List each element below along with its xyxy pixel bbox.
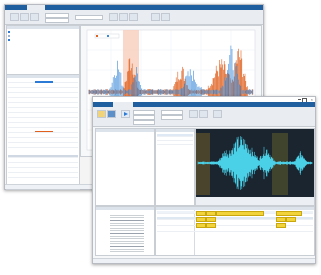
table-row[interactable] xyxy=(8,160,78,163)
back-toolbar-button-3[interactable] xyxy=(30,13,39,21)
signal-checkbox-3[interactable] xyxy=(8,39,10,41)
label-bar-11[interactable] xyxy=(276,223,286,228)
stop-icon[interactable] xyxy=(199,110,208,118)
table-row[interactable] xyxy=(8,110,78,113)
label-table-panel xyxy=(155,206,315,256)
back-toolbar-button-4[interactable] xyxy=(109,13,118,21)
front-tab-2[interactable] xyxy=(113,102,133,107)
table-row[interactable] xyxy=(8,135,78,138)
signal-labeler-window: × xyxy=(92,96,316,264)
table-row[interactable] xyxy=(8,145,78,148)
label-param-field-5[interactable] xyxy=(161,115,183,120)
label-bar-8[interactable] xyxy=(286,217,296,222)
label-bar-9[interactable] xyxy=(196,223,206,228)
back-tab-1[interactable] xyxy=(9,5,27,10)
minimize-icon[interactable] xyxy=(298,98,301,100)
labeled-waveform-chart xyxy=(196,129,314,205)
table-row[interactable] xyxy=(8,130,78,133)
table-row[interactable] xyxy=(8,120,78,123)
signal-checkbox-2[interactable] xyxy=(8,35,10,37)
signal-table-panel xyxy=(6,74,80,190)
table-row[interactable] xyxy=(8,125,78,128)
signal-checkbox-1[interactable] xyxy=(8,31,10,33)
signal-info-header xyxy=(96,207,154,210)
back-param-field-3[interactable] xyxy=(75,15,103,20)
label-bar-1[interactable] xyxy=(196,211,206,216)
table-row[interactable] xyxy=(8,85,78,88)
table-row[interactable] xyxy=(8,115,78,118)
table-row[interactable] xyxy=(8,100,78,103)
table-row[interactable] xyxy=(8,175,78,178)
info-text-block xyxy=(110,213,144,253)
front-toolbar-button-extra[interactable] xyxy=(213,110,222,118)
file-browser-header xyxy=(96,129,154,132)
file-browser-panel xyxy=(95,128,155,206)
table-row[interactable] xyxy=(157,142,193,145)
back-toolbar-button-7[interactable] xyxy=(151,13,160,21)
back-toolbar-button-2[interactable] xyxy=(20,13,29,21)
back-ribbon xyxy=(5,5,263,25)
back-param-field-2[interactable] xyxy=(45,18,69,23)
back-toolbar-button-1[interactable] xyxy=(10,13,19,21)
front-status-bar xyxy=(93,258,315,263)
label-bar-7[interactable] xyxy=(276,217,286,222)
open-folder-icon[interactable] xyxy=(97,110,106,118)
front-tab-1[interactable] xyxy=(97,102,113,107)
table-row[interactable] xyxy=(157,229,313,232)
zoom-icon[interactable] xyxy=(189,110,198,118)
table-row[interactable] xyxy=(8,105,78,108)
label-bar-4[interactable] xyxy=(276,211,302,216)
table-row[interactable] xyxy=(8,165,78,168)
play-icon[interactable] xyxy=(121,110,130,118)
back-tabstrip xyxy=(5,5,263,10)
table-row[interactable] xyxy=(8,140,78,143)
back-toolbar-button-6[interactable] xyxy=(129,13,138,21)
table-row[interactable] xyxy=(8,170,78,173)
table-row selected-row[interactable] xyxy=(8,155,78,158)
labeled-waveform-plot[interactable] xyxy=(195,128,315,206)
label-bar-3[interactable] xyxy=(216,211,264,216)
back-toolbar-button-5[interactable] xyxy=(119,13,128,21)
label-bar-2[interactable] xyxy=(206,211,216,216)
back-tab-2[interactable] xyxy=(27,5,45,10)
table-row[interactable] xyxy=(157,134,193,137)
signal-color-swatch-blue xyxy=(35,81,53,83)
label-definitions-panel xyxy=(155,128,195,206)
table-row[interactable] xyxy=(157,138,193,141)
front-ribbon xyxy=(93,102,315,127)
signal-info-panel xyxy=(95,206,155,256)
legend-swatch-blue xyxy=(107,35,109,37)
signal-browser-header xyxy=(7,26,79,29)
signal-browser-panel xyxy=(6,25,80,75)
save-icon[interactable] xyxy=(107,110,116,118)
back-tab-3[interactable] xyxy=(45,5,63,10)
table-row[interactable] xyxy=(8,95,78,98)
label-definitions-header xyxy=(156,129,194,132)
label-bar-5[interactable] xyxy=(196,217,206,222)
back-toolbar-button-8[interactable] xyxy=(161,13,170,21)
signal-table-header xyxy=(7,75,79,78)
label-bar-6[interactable] xyxy=(206,217,216,222)
legend-swatch-orange xyxy=(96,35,98,37)
back-tab-4[interactable] xyxy=(63,5,81,10)
table-row[interactable] xyxy=(8,90,78,93)
label-param-field-3[interactable] xyxy=(133,120,155,125)
label-bar-10[interactable] xyxy=(206,223,216,228)
front-tabstrip xyxy=(93,102,315,107)
table-row[interactable] xyxy=(157,223,313,226)
front-tab-3[interactable] xyxy=(133,102,149,107)
